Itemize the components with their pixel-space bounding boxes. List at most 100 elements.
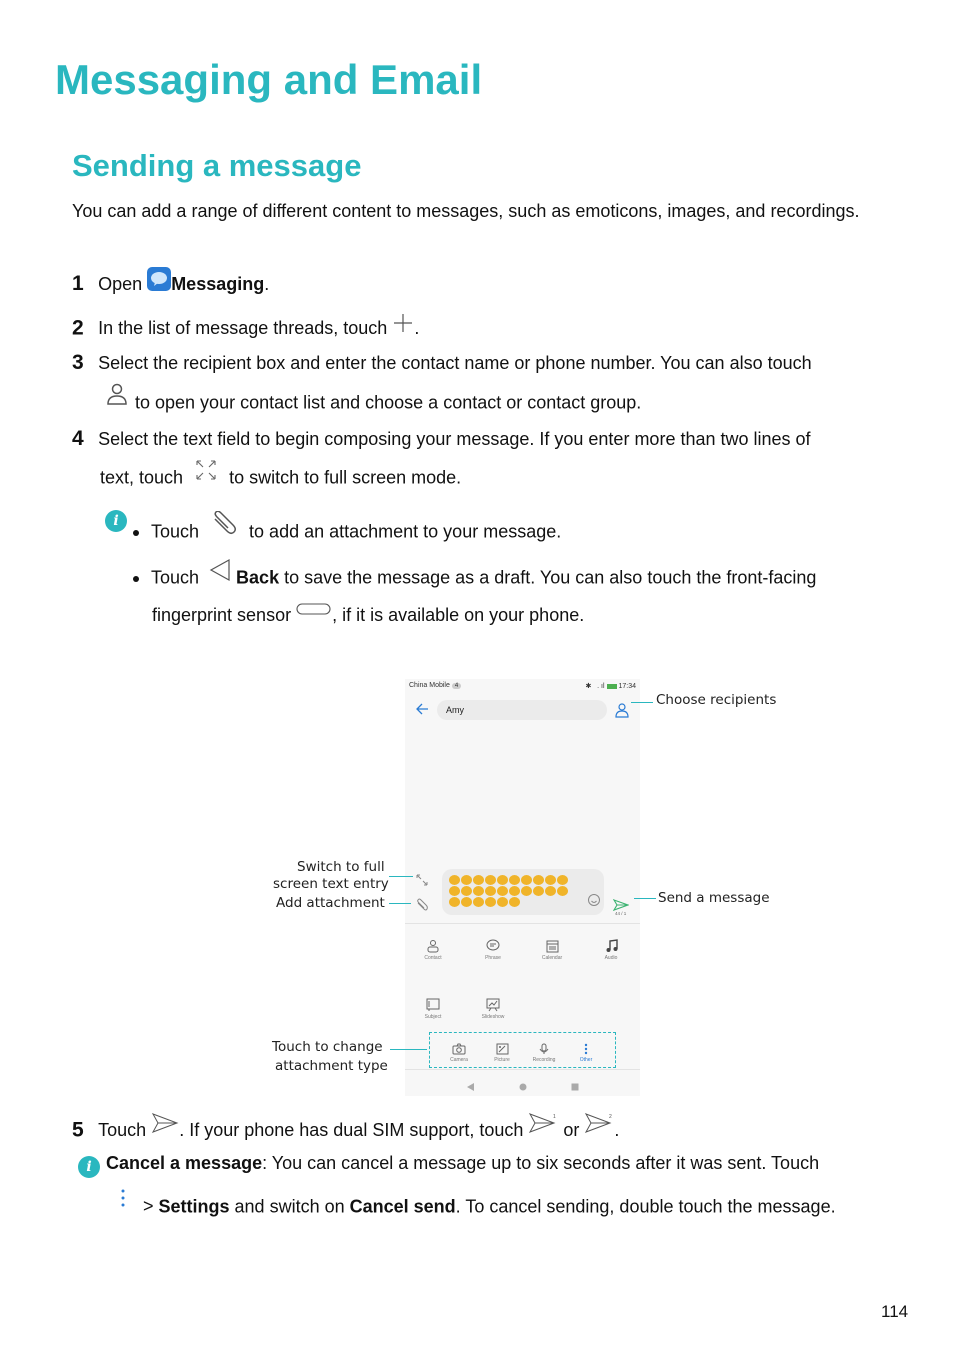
message-compose-field[interactable] [442, 869, 604, 915]
carrier-name: China Mobile [409, 682, 450, 689]
intro-paragraph: You can add a range of different content… [72, 201, 860, 221]
choose-recipient-icon[interactable] [614, 702, 630, 723]
carrier-badge: 4 [451, 683, 462, 689]
back-icon [208, 558, 232, 587]
step-text: Touch [98, 1120, 152, 1141]
emoji [557, 886, 568, 896]
cancel-note-line2: > Settings and switch on Cancel send. To… [118, 1189, 836, 1221]
emoji [449, 886, 460, 896]
svg-text:2: 2 [609, 1114, 612, 1120]
emoji [509, 897, 520, 907]
callout-line [631, 702, 653, 703]
tip-bullet-1: Touch to add an attachment to your messa… [133, 510, 562, 548]
callout-send-message: Send a message [658, 890, 770, 906]
status-bar: China Mobile 4 ✱ . ıl 17:34 [409, 682, 636, 690]
emoji [485, 897, 496, 907]
separator: > [138, 1196, 159, 1217]
punct: . [264, 274, 270, 294]
step-number: 5 [72, 1118, 84, 1142]
callout-change-type-2: attachment type [275, 1058, 388, 1074]
tip-text: , if it is available on your phone. [332, 605, 585, 625]
carrier: China Mobile 4 [409, 682, 462, 690]
back-arrow-icon[interactable] [414, 701, 430, 722]
bullet [133, 575, 139, 582]
emoji [521, 875, 532, 885]
fullscreen-toggle-icon[interactable] [415, 873, 429, 892]
attach-calendar[interactable]: Calendar [532, 939, 572, 961]
callout-switch-full-1: Switch to full [297, 859, 385, 875]
label: Calendar [541, 955, 563, 961]
callout-change-type-1: Touch to change [272, 1039, 383, 1055]
cancel-note-title: Cancel a message [106, 1153, 263, 1173]
step-text: to open your contact list and choose a c… [130, 392, 642, 413]
step-text-main: In the list of message threads, touch [98, 318, 393, 339]
emoji [449, 897, 460, 907]
divider [405, 923, 640, 924]
back-label: Back [236, 567, 280, 588]
nav-home-icon[interactable] [519, 1078, 527, 1096]
tip-text: to add an attachment to your message. [244, 521, 562, 542]
cancel-note: Cancel a message: You can cancel a messa… [106, 1153, 819, 1174]
callout-switch-full-2: screen text entry [273, 876, 389, 892]
attach-slideshow[interactable]: Slideshow [473, 998, 513, 1020]
label: Phrase [485, 955, 501, 961]
step-text: . If your phone has dual SIM support, to… [179, 1120, 529, 1141]
callout-choose-recipients: Choose recipients [656, 692, 777, 708]
attachment-type-highlight [429, 1032, 616, 1068]
emoji [509, 886, 520, 896]
section-title: Sending a message [72, 148, 362, 183]
emoji [497, 897, 508, 907]
step-4-line2: text, touch to switch to full screen mod… [100, 460, 462, 493]
emoji [533, 875, 544, 885]
label: Audio [604, 955, 618, 961]
nav-recents-icon[interactable] [571, 1078, 579, 1096]
emoji [545, 875, 556, 885]
step-3: 3 Select the recipient box and enter the… [72, 351, 812, 375]
status-icons: ✱ . ıl 17:34 [585, 683, 636, 690]
emoji [533, 886, 544, 896]
step-5: 5 Touch . If your phone has dual SIM sup… [72, 1113, 620, 1145]
step-text: to switch to full screen mode. [224, 467, 462, 488]
callout-line [390, 1049, 427, 1050]
emoji [461, 897, 472, 907]
cancel-note-text: : You can cancel a message up to six sec… [262, 1153, 820, 1173]
attach-subject[interactable]: Subject [413, 998, 453, 1020]
attachment-icon[interactable] [415, 898, 429, 917]
emoticon-icon[interactable] [587, 893, 601, 912]
step-text-pre: Open [98, 274, 148, 294]
recipient-field[interactable]: Amy [437, 700, 607, 720]
fullscreen-icon [194, 458, 218, 487]
step-text: Touch . If your phone has dual SIM suppo… [98, 1113, 620, 1141]
divider [405, 1069, 640, 1070]
emoji [473, 897, 484, 907]
char-count: 44 / 1 [615, 911, 627, 916]
step-text: In the list of message threads, touch . [98, 314, 420, 339]
attach-phrase[interactable]: Phrase [473, 939, 513, 961]
emoji [449, 875, 460, 885]
punct: . [614, 1120, 620, 1141]
callout-add-attachment: Add attachment [276, 895, 385, 911]
fingerprint-sensor-icon [296, 600, 332, 621]
tip-text: fingerprint sensor [152, 605, 297, 625]
callout-line [389, 903, 411, 904]
callout-line [389, 876, 413, 877]
emoji [497, 875, 508, 885]
tip-bullet-2: Touch Back to save the message as a draf… [133, 558, 816, 593]
nav-back-icon[interactable] [467, 1078, 475, 1096]
attach-audio[interactable]: Audio [591, 939, 631, 961]
callout-line [634, 898, 656, 899]
messaging-app-icon [147, 267, 172, 292]
step-text: Select the text field to begin composing… [98, 429, 811, 449]
cancel-note-text: . To cancel sending, double touch the me… [455, 1196, 836, 1217]
step-4: 4 Select the text field to begin composi… [72, 427, 811, 451]
paperclip-icon [210, 510, 238, 542]
emoji [545, 886, 556, 896]
step-number: 1 [72, 272, 84, 295]
emoji-content [449, 875, 579, 907]
step-1: 1 Open Messaging. [72, 267, 270, 297]
clock: 17:34 [618, 683, 636, 690]
page-number: 114 [881, 1302, 909, 1321]
punct: . [414, 318, 420, 339]
emoji [473, 886, 484, 896]
attach-contact[interactable]: Contact [413, 939, 453, 961]
